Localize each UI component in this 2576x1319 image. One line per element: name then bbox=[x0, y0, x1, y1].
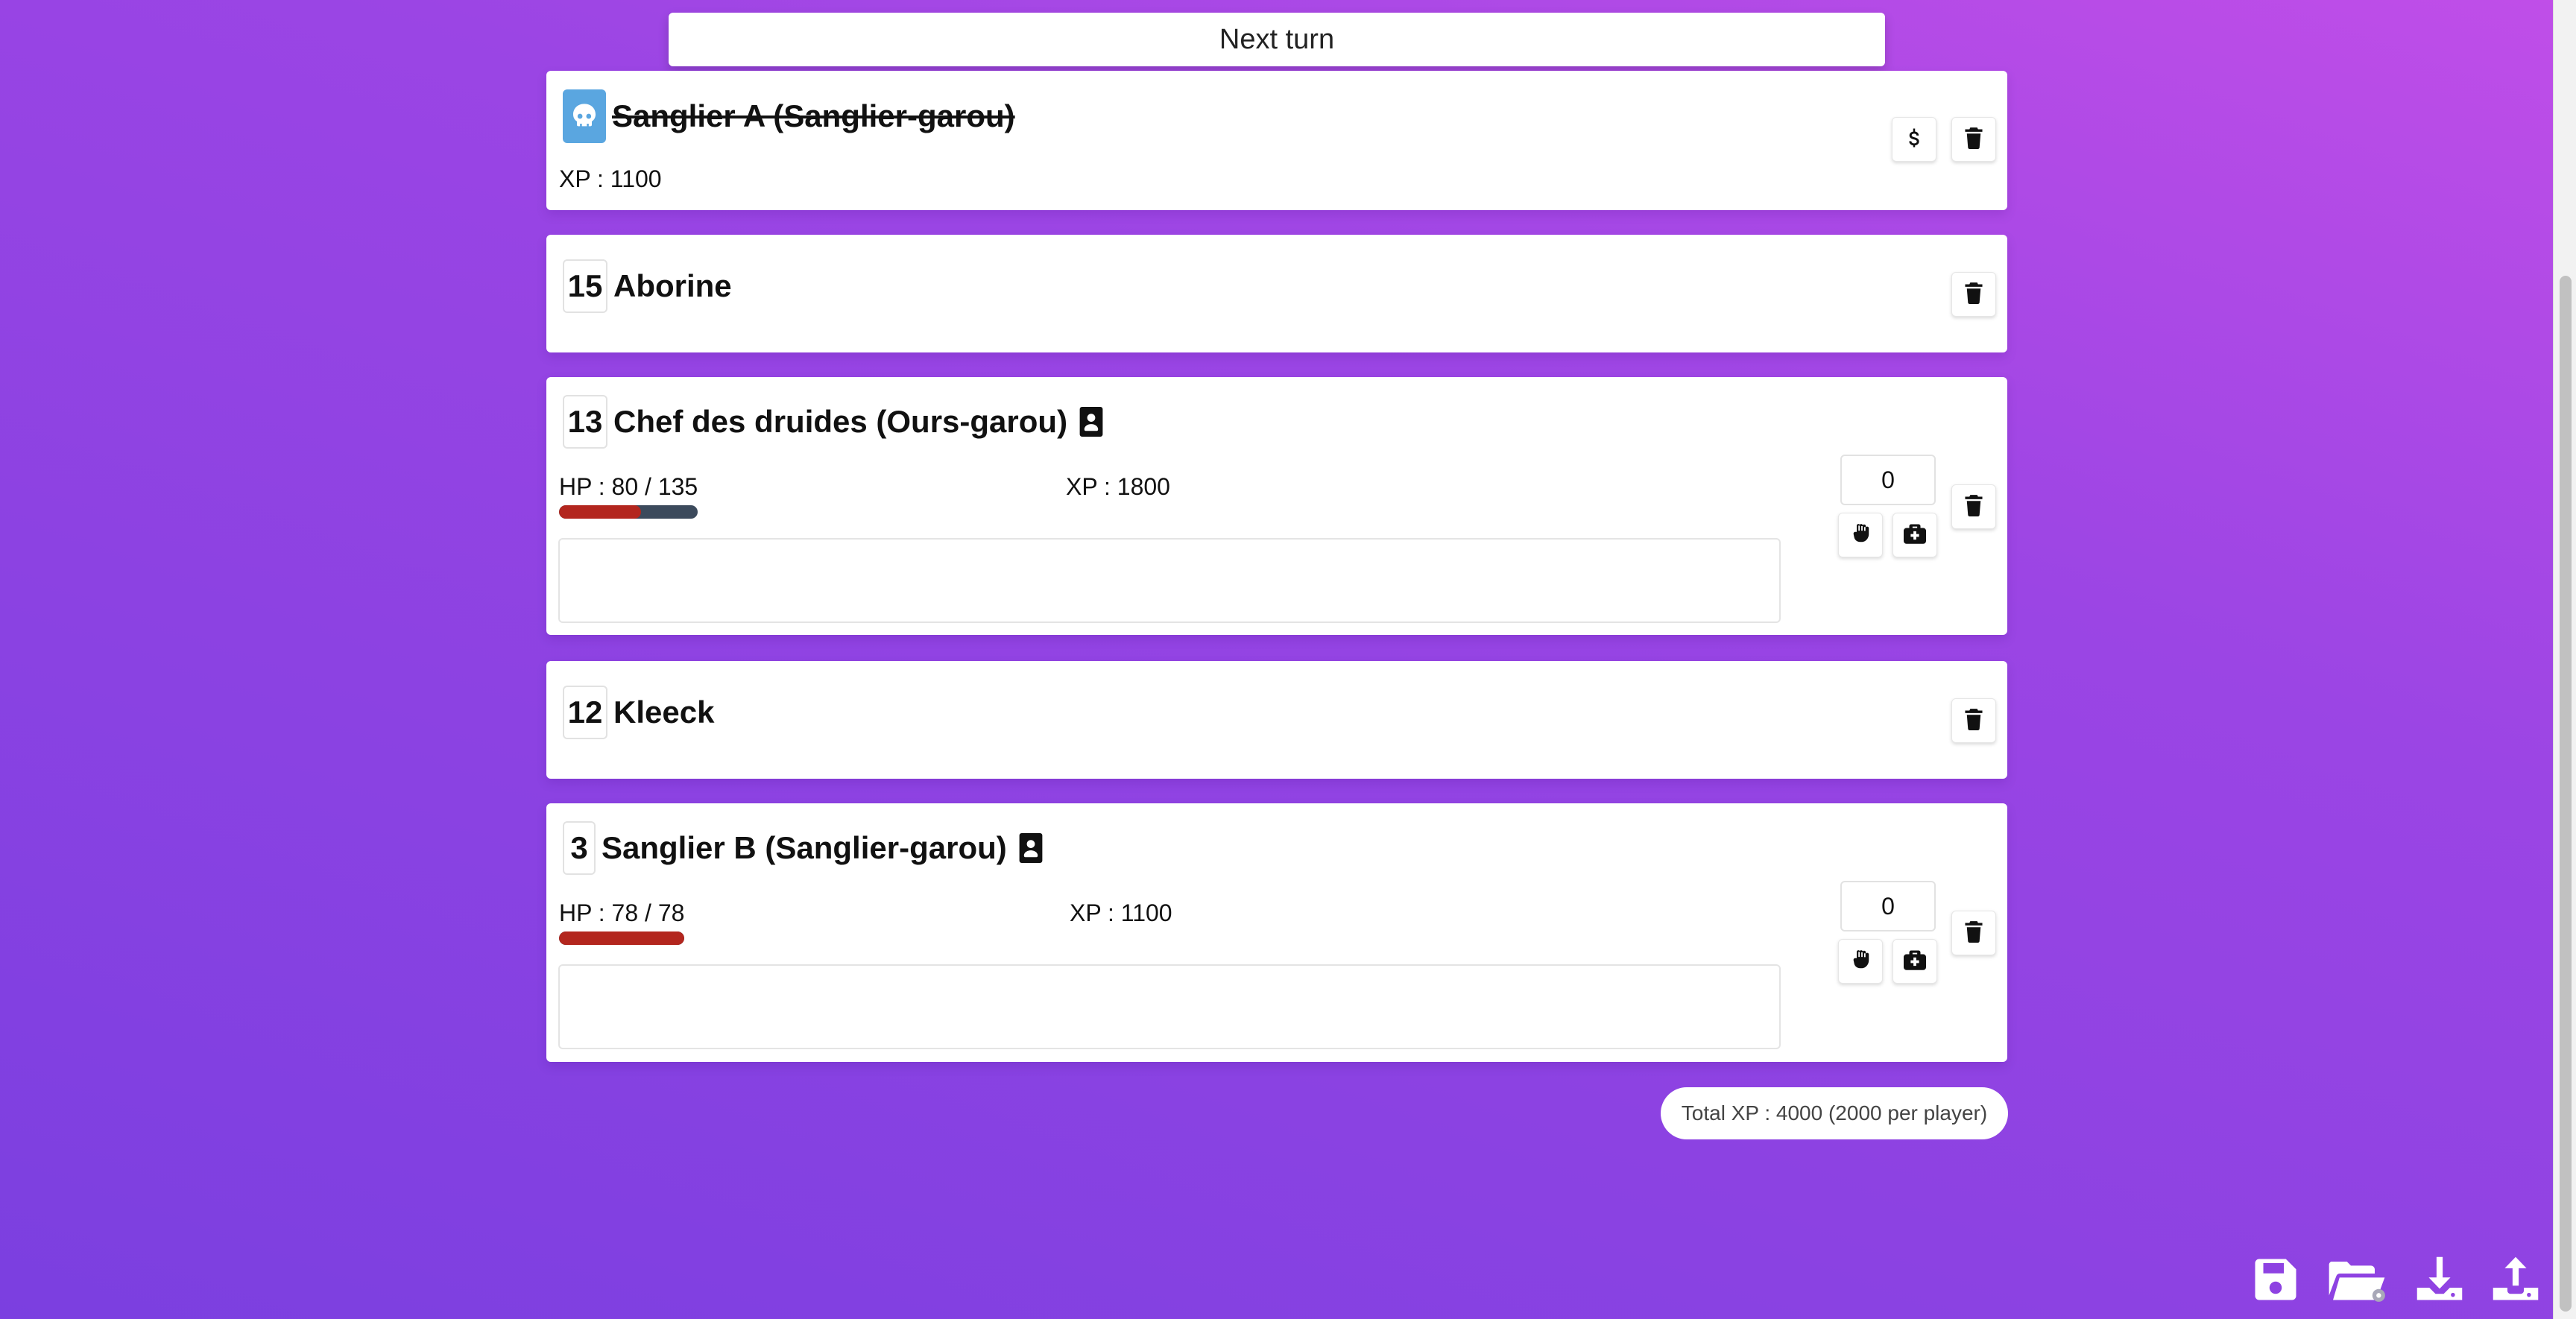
character-sheet-icon[interactable] bbox=[1079, 407, 1103, 437]
hp-value: HP : 80 / 135 bbox=[559, 473, 698, 500]
open-folder-icon[interactable] bbox=[2327, 1255, 2387, 1308]
medkit-icon bbox=[1904, 949, 1926, 974]
damage-input[interactable] bbox=[1840, 455, 1936, 505]
heal-button[interactable] bbox=[1892, 939, 1937, 984]
combatant-card: 3 Sanglier B (Sanglier-garou) HP : 78 / … bbox=[546, 803, 2007, 1062]
trash-icon bbox=[1963, 708, 1984, 734]
notes-field[interactable] bbox=[558, 538, 1781, 623]
next-turn-button[interactable]: Next turn bbox=[669, 13, 1885, 66]
combatant-title: Sanglier A (Sanglier-garou) bbox=[563, 89, 1015, 143]
delete-button[interactable] bbox=[1951, 117, 1996, 162]
combatant-name: Aborine bbox=[613, 268, 732, 303]
xp-value: XP : 1100 bbox=[559, 165, 662, 192]
delete-button[interactable] bbox=[1951, 911, 1996, 955]
initiative-box[interactable]: 3 bbox=[563, 821, 596, 875]
damage-button[interactable] bbox=[1838, 513, 1883, 557]
initiative-box[interactable]: 12 bbox=[563, 686, 607, 739]
combatant-name: Sanglier B (Sanglier-garou) bbox=[602, 830, 1007, 865]
skull-icon bbox=[563, 89, 606, 143]
combatant-card: 15 Aborine bbox=[546, 235, 2007, 352]
combatant-title: 12 Kleeck bbox=[563, 686, 714, 739]
combatant-title: 3 Sanglier B (Sanglier-garou) bbox=[563, 821, 1043, 875]
revive-icon bbox=[1903, 127, 1925, 153]
hp-bar bbox=[559, 505, 698, 519]
initiative-box[interactable]: 15 bbox=[563, 259, 607, 313]
medkit-icon bbox=[1904, 523, 1926, 548]
punch-icon bbox=[1849, 949, 1872, 975]
combatant-title: 15 Aborine bbox=[563, 259, 732, 313]
delete-button[interactable] bbox=[1951, 698, 1996, 743]
combatant-card: 13 Chef des druides (Ours-garou) HP : 80… bbox=[546, 377, 2007, 635]
heal-button[interactable] bbox=[1892, 513, 1937, 557]
combatant-card: Sanglier A (Sanglier-garou) XP : 1100 bbox=[546, 71, 2007, 210]
xp-value: XP : 1100 bbox=[1070, 899, 1172, 926]
total-xp-badge: Total XP : 4000 (2000 per player) bbox=[1661, 1087, 2008, 1139]
combatant-name: Kleeck bbox=[613, 695, 715, 730]
hp-bar bbox=[559, 931, 684, 945]
combatant-title: 13 Chef des druides (Ours-garou) bbox=[563, 395, 1103, 449]
combatant-card: 12 Kleeck bbox=[546, 661, 2007, 779]
scrollbar-thumb[interactable] bbox=[2560, 276, 2572, 1312]
combatant-name: Chef des druides (Ours-garou) bbox=[613, 404, 1068, 439]
xp-value: XP : 1800 bbox=[1066, 473, 1170, 500]
trash-icon bbox=[1963, 127, 1984, 153]
combatant-name: Sanglier A (Sanglier-garou) bbox=[612, 98, 1015, 133]
damage-button[interactable] bbox=[1838, 939, 1883, 984]
hp-bar-fill bbox=[559, 505, 642, 519]
character-sheet-icon[interactable] bbox=[1019, 833, 1043, 863]
trash-icon bbox=[1963, 494, 1984, 520]
initiative-box[interactable]: 13 bbox=[563, 395, 607, 449]
damage-input[interactable] bbox=[1840, 881, 1936, 931]
download-icon[interactable] bbox=[2414, 1255, 2466, 1308]
scrollbar[interactable] bbox=[2553, 0, 2576, 1319]
hp-value: HP : 78 / 78 bbox=[559, 899, 685, 926]
punch-icon bbox=[1849, 522, 1872, 548]
trash-icon bbox=[1963, 282, 1984, 308]
delete-button[interactable] bbox=[1951, 484, 1996, 529]
trash-icon bbox=[1963, 920, 1984, 946]
save-icon[interactable] bbox=[2251, 1255, 2300, 1308]
hp-bar-fill bbox=[559, 931, 684, 945]
upload-icon[interactable] bbox=[2490, 1255, 2542, 1308]
delete-button[interactable] bbox=[1951, 272, 1996, 317]
revive-button[interactable] bbox=[1892, 117, 1936, 162]
notes-field[interactable] bbox=[558, 964, 1781, 1049]
